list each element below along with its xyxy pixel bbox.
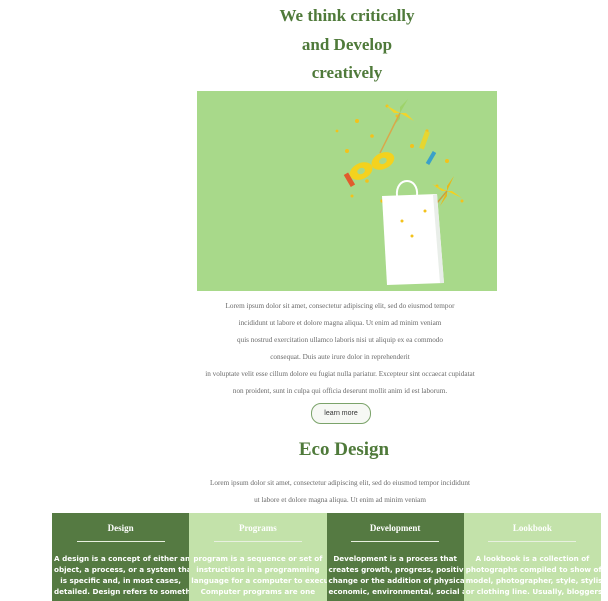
card-programs[interactable]: Programs program is a sequence or set of… <box>189 513 327 601</box>
card-text-line: creates growth, progress, positive <box>328 565 464 574</box>
section-description-line: ut labore et dolore magna aliqua. Ut eni… <box>254 496 426 504</box>
section-title: Eco Design <box>298 439 390 460</box>
card-design[interactable]: Design A design is a concept of either a… <box>52 513 190 601</box>
intro-line: Lorem ipsum dolor sit amet, consectetur … <box>225 302 455 310</box>
hero-title: We think critically and Develop creative… <box>0 2 608 88</box>
card-divider <box>76 541 165 542</box>
hero-image <box>197 91 497 291</box>
card-development[interactable]: Development Development is a process tha… <box>326 513 464 601</box>
card-text-line: is specific and, in most cases, <box>60 576 181 585</box>
feature-cards: Design A design is a concept of either a… <box>52 513 601 601</box>
card-title: Design <box>107 523 134 533</box>
card-text-line: photographs compiled to show off a <box>465 565 601 574</box>
card-text: A lookbook is a collection of photograph… <box>464 553 601 597</box>
card-text-line: economic, environmental, social and <box>328 587 464 596</box>
card-text: Development is a process that creates gr… <box>327 553 464 597</box>
card-text-line: instructions in a programming <box>196 565 320 574</box>
card-text-line: language for a computer to execute. <box>191 576 327 585</box>
card-title: Lookbook <box>512 523 552 533</box>
card-text-line: detailed. Design refers to something <box>54 587 190 596</box>
card-text-line: Development is a process that <box>333 554 457 563</box>
intro-line: quis nostrud exercitation ullamco labori… <box>237 336 443 344</box>
card-title: Programs <box>238 523 277 533</box>
card-divider <box>351 541 440 542</box>
card-text-line: A lookbook is a collection of <box>475 554 590 563</box>
card-text-line: program is a sequence or set of <box>193 554 323 563</box>
hero-title-line: and Develop <box>301 34 393 54</box>
card-text-line: model, photographer, style, stylist, <box>465 576 601 585</box>
intro-line: non proident, sunt in culpa qui officia … <box>232 387 448 395</box>
intro-line: incididunt ut labore et dolore magna ali… <box>238 319 442 327</box>
card-text-line: object, a process, or a system that <box>54 565 190 574</box>
card-lookbook[interactable]: Lookbook A lookbook is a collection of p… <box>463 513 601 601</box>
hero-title-line: creatively <box>311 63 383 82</box>
section-description-line: Lorem ipsum dolor sit amet, consectetur … <box>210 479 470 487</box>
card-text-line: Computer programs are one <box>200 587 316 596</box>
intro-paragraph: Lorem ipsum dolor sit amet, consectetur … <box>180 298 500 400</box>
card-title: Development <box>369 523 421 533</box>
card-text: program is a sequence or set of instruct… <box>189 553 326 597</box>
card-text-line: or clothing line. Usually, bloggers or <box>465 587 601 596</box>
hero-title-line: We think critically <box>279 6 415 25</box>
card-text: A design is a concept of either an objec… <box>52 553 189 597</box>
card-divider <box>213 541 302 542</box>
card-text-line: change or the addition of physical, <box>328 576 464 585</box>
section-description: Lorem ipsum dolor sit amet, consectetur … <box>180 475 500 509</box>
card-divider <box>488 541 577 542</box>
intro-line: in voluptate velit esse cillum dolore eu… <box>205 370 475 378</box>
learn-more-button[interactable]: learn more <box>311 403 371 424</box>
card-text-line: A design is a concept of either an <box>54 554 190 563</box>
intro-line: consequat. Duis aute irure dolor in repr… <box>270 353 410 361</box>
